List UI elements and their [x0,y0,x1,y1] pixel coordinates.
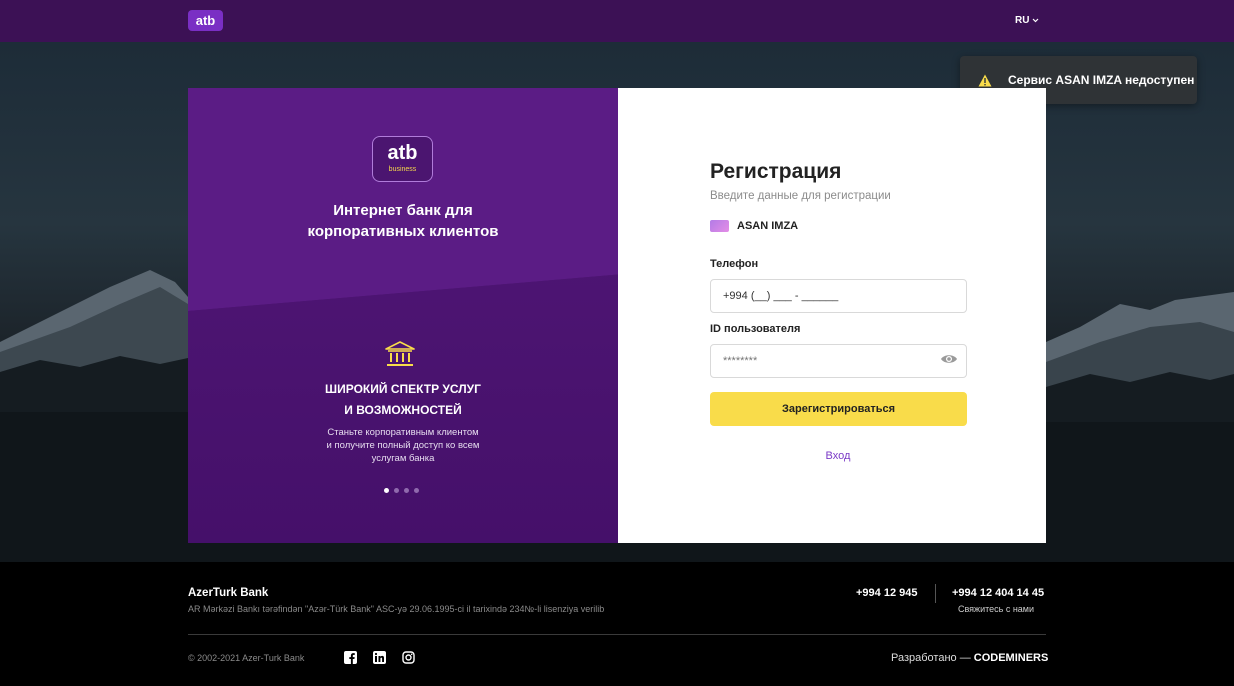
footer-divider [935,584,936,603]
logo-text: atb [387,142,418,164]
footer-copyright: © 2002-2021 Azer-Turk Bank [188,653,305,663]
instagram-icon[interactable] [402,651,415,664]
asan-imza-method[interactable]: ASAN IMZA [710,220,798,232]
promo-title-line1: Интернет банк для [333,202,473,219]
logo-subtext: business [388,166,417,173]
linkedin-icon[interactable] [373,651,386,664]
social-links [344,651,415,664]
top-navbar: atb RU [0,0,1234,42]
slider-dot-3[interactable] [404,488,409,493]
warning-icon [978,74,992,86]
eye-icon[interactable] [940,353,958,365]
atb-logo[interactable]: atb [188,10,223,31]
phone-label: Телефон [710,258,759,270]
developer-name[interactable]: CODEMINERS [974,652,1049,664]
asan-imza-label: ASAN IMZA [737,220,799,232]
slider-dots [384,488,419,493]
feature-text-line1: Станьте корпоративным клиентом [327,427,479,438]
footer-phone-short[interactable]: +994 12 945 [856,587,917,599]
footer-phone-full[interactable]: +994 12 404 14 45 [952,587,1044,599]
form-title: Регистрация [710,160,842,183]
promo-title: Интернет банк для корпоративных клиентов [188,200,618,242]
footer-license: AR Mərkəzi Bankı tərəfindən "Azər-Türk B… [188,604,605,614]
feature-title-line1: ШИРОКИЙ СПЕКТР УСЛУГ [325,382,481,396]
phone-input[interactable] [710,279,967,313]
bank-building-icon [385,341,415,366]
slider-dot-2[interactable] [394,488,399,493]
form-subtitle: Введите данные для регистрации [710,190,891,202]
slider-dot-1[interactable] [384,488,389,493]
login-link[interactable]: Вход [618,450,1058,462]
footer-bank-name: AzerTurk Bank [188,587,269,599]
promo-title-line2: корпоративных клиентов [307,223,499,240]
registration-form: Регистрация Введите данные для регистрац… [618,88,1046,543]
page-footer: AzerTurk Bank AR Mərkəzi Bankı tərəfində… [0,562,1234,686]
facebook-icon[interactable] [344,651,357,664]
user-id-input[interactable] [710,344,967,378]
asan-card-icon [710,220,729,232]
feature-title: ШИРОКИЙ СПЕКТР УСЛУГ И ВОЗМОЖНОСТЕЙ [188,379,618,421]
language-selector[interactable]: RU [1015,15,1039,26]
atb-business-logo: atb business [372,136,433,182]
chevron-down-icon [1033,18,1039,23]
feature-description: Станьте корпоративным клиентом и получит… [188,426,618,465]
slider-dot-4[interactable] [414,488,419,493]
language-label: RU [1015,15,1030,26]
developed-by-label: Разработано — [891,652,971,664]
register-button[interactable]: Зарегистрироваться [710,392,967,426]
feature-title-line2: И ВОЗМОЖНОСТЕЙ [344,403,462,417]
user-id-label: ID пользователя [710,323,801,335]
toast-message: Сервис ASAN IMZA недоступен [1008,73,1195,87]
promo-panel: atb business Интернет банк для корпорати… [188,88,618,543]
feature-text-line2: и получите полный доступ ко всем [326,440,480,451]
footer-line [188,634,1046,635]
feature-text-line3: услугам банка [371,453,435,464]
developer-credit: Разработано — CODEMINERS [891,652,1048,664]
footer-contact-link[interactable]: Свяжитесь с нами [958,604,1034,614]
